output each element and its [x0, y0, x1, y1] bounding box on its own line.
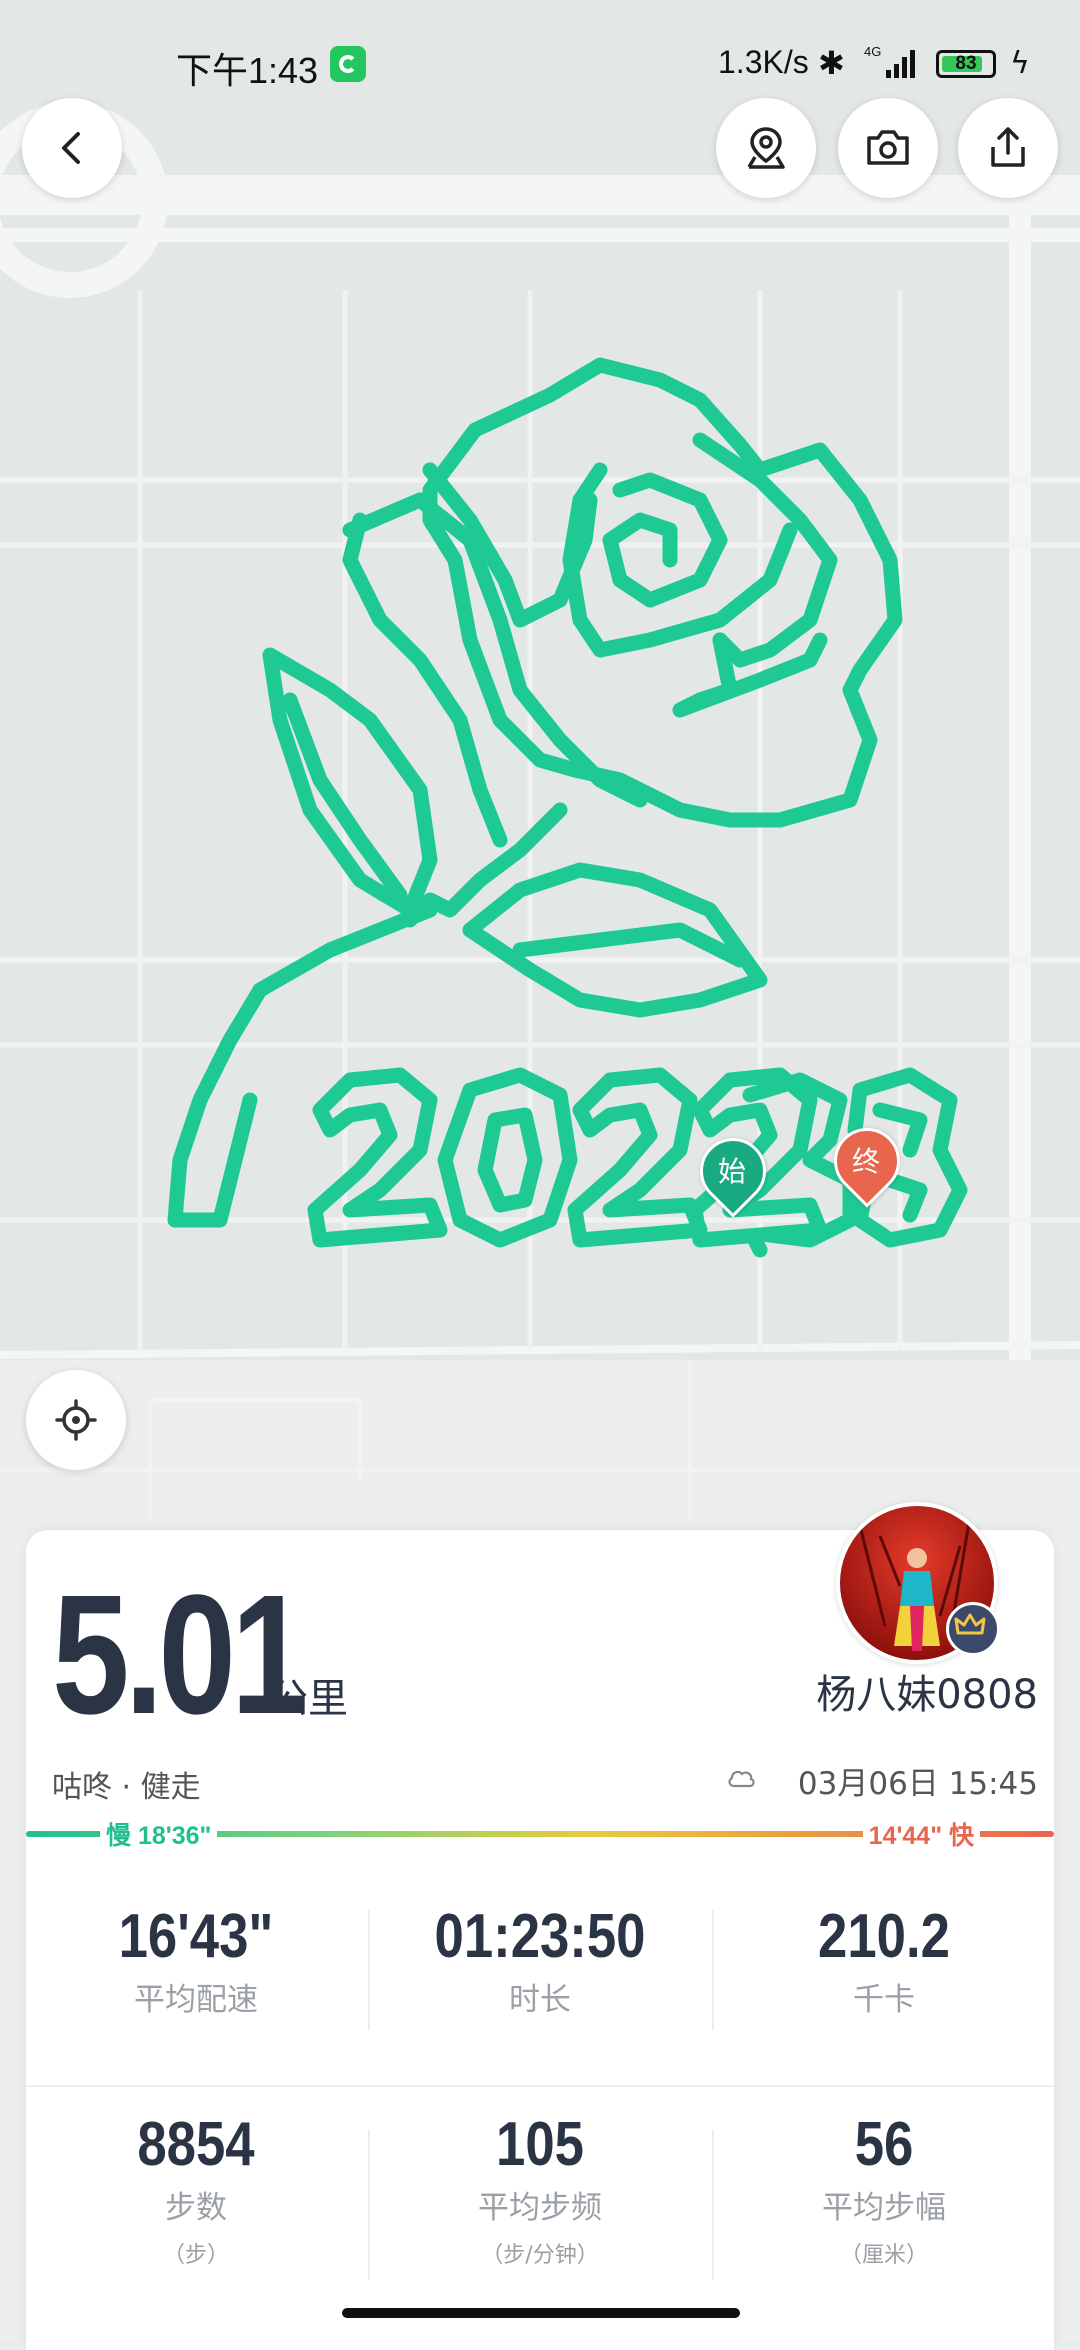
signal-icon: 4G — [864, 44, 915, 78]
locate-button[interactable] — [26, 1370, 126, 1470]
poi-button[interactable] — [716, 98, 816, 198]
divider — [26, 2085, 1054, 2087]
pace-fast-label: 14'44" 快 — [862, 1816, 980, 1852]
network-speed: 1.3K/s — [718, 44, 809, 80]
charging-icon: ϟ — [1010, 46, 1030, 81]
cloud-weather-icon — [728, 1770, 755, 1788]
stat-value: 8854 — [137, 2110, 255, 2179]
back-arrow-icon — [62, 132, 80, 164]
stat-label: 平均步频 — [478, 2190, 602, 2226]
crown-badge-icon — [946, 1602, 1000, 1656]
app-notification-icon — [330, 46, 366, 82]
back-button[interactable] — [22, 98, 122, 198]
home-indicator[interactable] — [342, 2308, 740, 2318]
username[interactable]: 杨八妹0808 — [816, 1662, 1038, 1720]
stat-label: 平均配速 — [134, 1982, 258, 2018]
pace-gradient-bar: 慢 18'36" 14'44" 快 — [26, 1816, 1054, 1852]
stat-label: 平均步幅 — [822, 2190, 946, 2226]
stat-duration: 01:23:50 时长 — [370, 1902, 710, 2019]
stat-value: 210.2 — [818, 1902, 950, 1971]
stat-label: 千卡 — [853, 1982, 915, 2018]
workout-summary-card: 5.01 公里 咕咚 · 健走 杨八妹0808 03月06日 15:45 慢 1… — [26, 1502, 1054, 2350]
location-pin-icon — [747, 127, 785, 169]
pace-slow-label: 慢 18'36" — [100, 1816, 218, 1852]
stat-calories: 210.2 千卡 — [714, 1902, 1054, 2019]
stat-steps: 8854 步数 （步） — [26, 2110, 366, 2269]
camera-button[interactable] — [838, 98, 938, 198]
activity-type: 咕咚 · 健走 — [52, 1770, 201, 1805]
stat-stride: 56 平均步幅 （厘米） — [714, 2110, 1054, 2269]
locate-icon — [55, 1399, 97, 1441]
share-icon — [991, 127, 1025, 167]
share-button[interactable] — [958, 98, 1058, 198]
stat-label: 时长 — [509, 1982, 571, 2018]
status-time: 下午1:43 — [176, 50, 319, 91]
stat-unit: （步） — [162, 2243, 229, 2268]
stat-value: 56 — [854, 2110, 914, 2179]
battery-icon: 83 — [936, 50, 996, 78]
distance-unit: 公里 — [268, 1676, 348, 1722]
stat-unit: （步/分钟） — [481, 2243, 599, 2268]
stat-value: 105 — [496, 2110, 584, 2179]
bluetooth-icon: ✱ — [818, 44, 845, 82]
stat-unit: （厘米） — [839, 2243, 928, 2268]
battery-level: 83 — [955, 53, 977, 74]
workout-datetime: 03月06日 15:45 — [797, 1766, 1038, 1802]
stat-label: 步数 — [165, 2190, 227, 2226]
svg-text:4G: 4G — [864, 44, 881, 59]
stat-avg-pace: 16'43" 平均配速 — [26, 1902, 366, 2019]
route-end-label: 终 — [851, 1145, 880, 1178]
stat-value: 01:23:50 — [434, 1902, 646, 1971]
route-start-label: 始 — [717, 1155, 746, 1188]
stat-value: 16'43" — [118, 1902, 274, 1971]
stat-cadence: 105 平均步频 （步/分钟） — [370, 2110, 710, 2269]
distance-value: 5.01 — [52, 1560, 309, 1750]
camera-icon — [867, 130, 909, 165]
